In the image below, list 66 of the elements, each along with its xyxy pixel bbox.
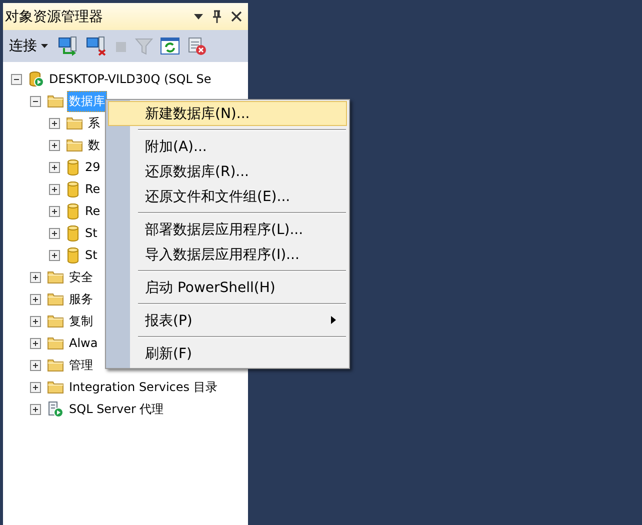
tree-item[interactable]: Alwa: [67, 332, 100, 354]
tree-item[interactable]: 安全: [67, 266, 95, 288]
dropdown-icon[interactable]: [194, 14, 203, 20]
expand-icon[interactable]: [49, 184, 60, 194]
expand-icon[interactable]: [30, 316, 41, 326]
database-icon: [66, 224, 80, 242]
menu-item[interactable]: 新建数据库(N)...: [108, 101, 347, 126]
monitor-cross-icon[interactable]: [86, 36, 108, 56]
caret-icon[interactable]: [41, 44, 48, 48]
script-stop-icon[interactable]: [186, 36, 208, 56]
menu-item[interactable]: 还原数据库(R)...: [108, 159, 347, 184]
tree-item[interactable]: 系: [86, 112, 102, 134]
folder-icon: [66, 138, 83, 152]
tree-item[interactable]: DESKTOP-VILD30Q (SQL Se: [47, 68, 214, 90]
server-icon: [28, 71, 44, 87]
tree-item[interactable]: 服务: [67, 288, 95, 310]
menu-item[interactable]: 刷新(F): [108, 341, 347, 366]
tree-item[interactable]: St: [83, 222, 100, 244]
folder-icon: [47, 314, 64, 328]
expand-icon[interactable]: [49, 162, 60, 172]
folder-icon: [47, 270, 64, 284]
folder-icon: [47, 336, 64, 350]
pin-icon[interactable]: [212, 10, 222, 23]
expand-icon[interactable]: [49, 118, 60, 128]
collapse-icon[interactable]: [11, 74, 22, 84]
panel-title: 对象资源管理器: [5, 8, 104, 26]
expand-icon[interactable]: [30, 382, 41, 392]
folder-icon: [47, 380, 64, 394]
expand-icon[interactable]: [49, 250, 60, 260]
menu-item[interactable]: 启动 PowerShell(H): [108, 275, 347, 300]
expand-icon[interactable]: [30, 404, 41, 414]
tree-item[interactable]: St: [83, 244, 100, 266]
database-icon: [66, 246, 80, 264]
folder-icon: [47, 292, 64, 306]
menu-item[interactable]: 附加(A)...: [108, 134, 347, 159]
expand-icon[interactable]: [30, 360, 41, 370]
tree-item[interactable]: 复制: [67, 310, 95, 332]
tree-item[interactable]: Re: [83, 200, 102, 222]
tree-item[interactable]: SQL Server 代理: [67, 398, 166, 420]
database-icon: [66, 158, 80, 176]
menu-item[interactable]: 导入数据层应用程序(I)...: [108, 242, 347, 267]
database-icon: [66, 180, 80, 198]
tree-item[interactable]: 管理: [67, 354, 95, 376]
menu-item[interactable]: 还原文件和文件组(E)...: [108, 184, 347, 209]
close-icon[interactable]: [231, 11, 242, 22]
expand-icon[interactable]: [30, 294, 41, 304]
refresh-icon[interactable]: [160, 36, 180, 56]
database-icon: [66, 202, 80, 220]
folder-icon: [47, 94, 64, 108]
expand-icon[interactable]: [49, 206, 60, 216]
agent-icon: [47, 400, 64, 418]
tree-item[interactable]: 29: [83, 156, 102, 178]
expand-icon[interactable]: [49, 228, 60, 238]
collapse-icon[interactable]: [30, 96, 41, 106]
connect-button[interactable]: 连接: [9, 37, 48, 55]
tree-item[interactable]: Re: [83, 178, 102, 200]
menu-item[interactable]: 部署数据层应用程序(L)...: [108, 217, 347, 242]
tree-item[interactable]: 数: [86, 134, 102, 156]
folder-icon: [47, 358, 64, 372]
menu-item[interactable]: 报表(P): [108, 308, 347, 333]
expand-icon[interactable]: [30, 272, 41, 282]
submenu-arrow-icon: [331, 316, 336, 324]
folder-icon: [66, 116, 83, 130]
tree-item[interactable]: Integration Services 目录: [67, 376, 220, 398]
expand-icon[interactable]: [30, 338, 41, 348]
expand-icon[interactable]: [49, 140, 60, 150]
